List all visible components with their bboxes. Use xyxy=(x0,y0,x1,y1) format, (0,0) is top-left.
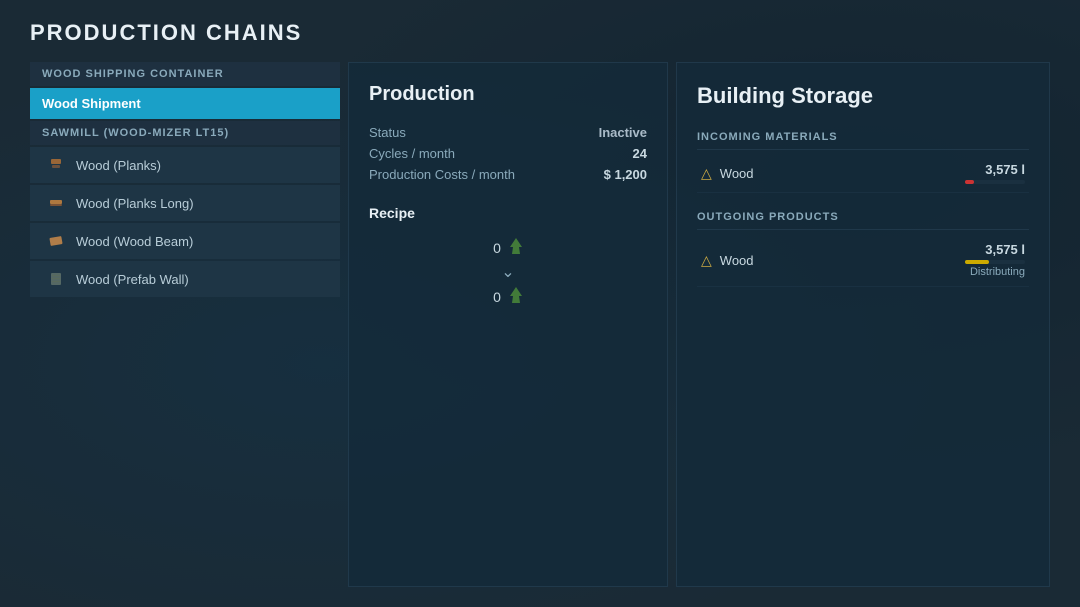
nav-item-wood-shipment[interactable]: Wood Shipment xyxy=(30,88,340,119)
outgoing-wood-status: Distributing xyxy=(965,266,1025,278)
production-title: Production xyxy=(369,83,647,106)
plank-icon xyxy=(46,155,66,175)
outgoing-wood-label: Wood xyxy=(720,253,754,268)
incoming-section: INCOMING MATERIALS △ Wood 3,575 l xyxy=(697,125,1029,193)
incoming-item-left: △ Wood xyxy=(701,165,754,182)
nav-item-wood-prefab-wall[interactable]: Wood (Prefab Wall) xyxy=(30,261,340,297)
status-label: Status xyxy=(369,125,406,140)
tree-output-icon xyxy=(509,286,523,307)
recipe-input-value: 0 xyxy=(493,240,501,256)
recipe-input: 0 xyxy=(493,237,523,258)
outgoing-item-wood: △ Wood 3,575 l Distributing xyxy=(697,234,1029,287)
outgoing-warning-icon: △ xyxy=(701,252,712,269)
incoming-progress-bar xyxy=(965,180,974,184)
stats-table: Status Inactive Cycles / month 24 Produc… xyxy=(369,122,647,185)
left-panel: WOOD SHIPPING CONTAINER Wood Shipment SA… xyxy=(30,62,340,587)
middle-panel: Production Status Inactive Cycles / mont… xyxy=(348,62,668,587)
outgoing-item-left: △ Wood xyxy=(701,252,754,269)
page-title: PRODUCTION CHAINS xyxy=(30,20,1050,46)
warning-icon: △ xyxy=(701,165,712,182)
incoming-item-right: 3,575 l xyxy=(965,162,1025,184)
outgoing-progress-bar xyxy=(965,260,989,264)
plank-long-icon xyxy=(46,193,66,213)
nav-item-wood-planks[interactable]: Wood (Planks) xyxy=(30,147,340,183)
recipe-title: Recipe xyxy=(369,205,647,221)
status-value: Inactive xyxy=(599,125,647,140)
right-panel: Building Storage INCOMING MATERIALS △ Wo… xyxy=(676,62,1050,587)
recipe-arrow-icon: ⌄ xyxy=(501,262,514,282)
costs-value: $ 1,200 xyxy=(604,167,647,182)
incoming-progress-bar-container xyxy=(965,180,1025,184)
nav-item-label: Wood (Prefab Wall) xyxy=(76,272,189,287)
incoming-wood-amount: 3,575 l xyxy=(965,162,1025,177)
stats-row-costs: Production Costs / month $ 1,200 xyxy=(369,164,647,185)
main-container: PRODUCTION CHAINS WOOD SHIPPING CONTAINE… xyxy=(0,0,1080,607)
beam-icon xyxy=(46,231,66,251)
nav-item-wood-planks-long[interactable]: Wood (Planks Long) xyxy=(30,185,340,221)
outgoing-section: OUTGOING PRODUCTS △ Wood 3,575 l Distrib… xyxy=(697,205,1029,287)
nav-item-label: Wood Shipment xyxy=(42,96,141,111)
content-area: WOOD SHIPPING CONTAINER Wood Shipment SA… xyxy=(30,62,1050,587)
cycles-value: 24 xyxy=(633,146,647,161)
recipe-area: 0 ⌄ 0 xyxy=(369,237,647,307)
recipe-output: 0 xyxy=(493,286,523,307)
cycles-label: Cycles / month xyxy=(369,146,455,161)
costs-label: Production Costs / month xyxy=(369,167,515,182)
incoming-header: INCOMING MATERIALS xyxy=(697,125,1029,150)
nav-item-label: Wood (Planks) xyxy=(76,158,161,173)
outgoing-header: OUTGOING PRODUCTS xyxy=(697,205,1029,230)
nav-item-wood-beam[interactable]: Wood (Wood Beam) xyxy=(30,223,340,259)
nav-item-label: Wood (Planks Long) xyxy=(76,196,194,211)
section-header-wood-shipping: WOOD SHIPPING CONTAINER xyxy=(30,62,340,86)
building-storage-title: Building Storage xyxy=(697,83,1029,109)
outgoing-progress-bar-container xyxy=(965,260,1025,264)
stats-row-status: Status Inactive xyxy=(369,122,647,143)
stats-row-cycles: Cycles / month 24 xyxy=(369,143,647,164)
wall-icon xyxy=(46,269,66,289)
section-header-sawmill: SAWMILL (WOOD-MIZER LT15) xyxy=(30,121,340,145)
incoming-item-wood: △ Wood 3,575 l xyxy=(697,154,1029,193)
nav-item-label: Wood (Wood Beam) xyxy=(76,234,193,249)
tree-icon xyxy=(509,237,523,258)
outgoing-wood-amount: 3,575 l xyxy=(965,242,1025,257)
incoming-wood-label: Wood xyxy=(720,166,754,181)
outgoing-item-right: 3,575 l Distributing xyxy=(965,242,1025,278)
recipe-output-value: 0 xyxy=(493,289,501,305)
